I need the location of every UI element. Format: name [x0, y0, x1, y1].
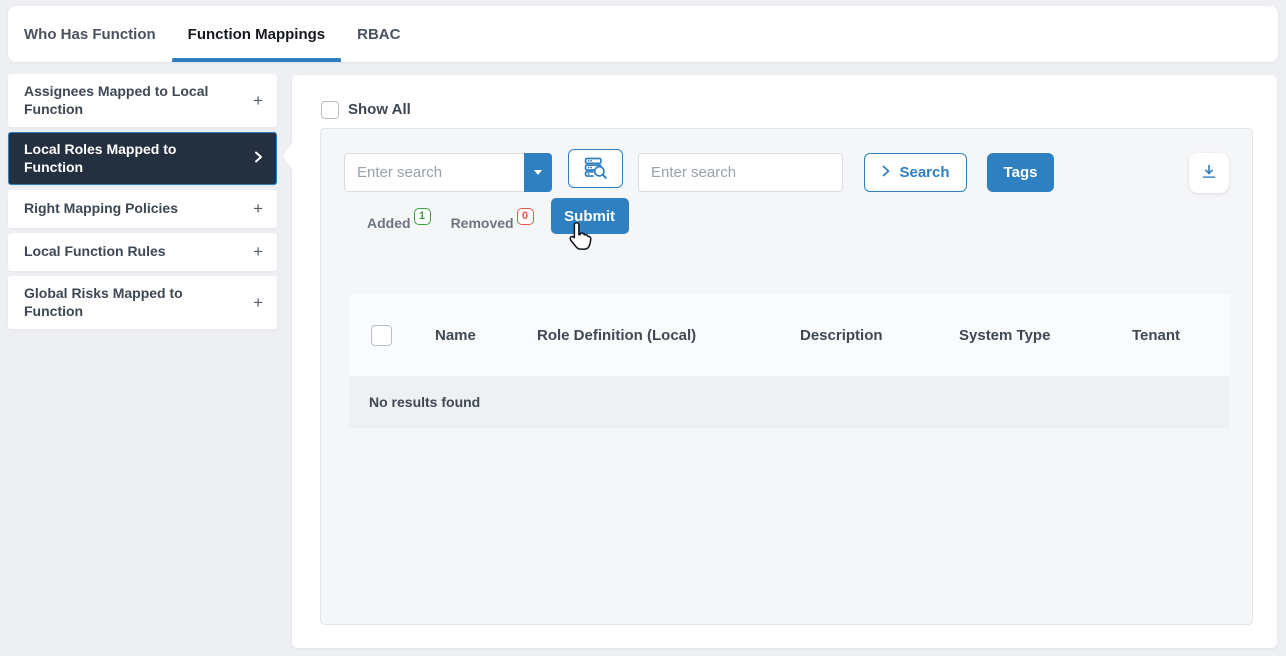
primary-search-input[interactable]	[344, 153, 524, 192]
expand-plus-icon[interactable]: +	[245, 91, 263, 111]
tab-who-has-function[interactable]: Who Has Function	[8, 6, 172, 62]
header-checkbox-cell	[349, 294, 421, 376]
sidebar-item-global-risks-mapped-to-function[interactable]: Global Risks Mapped to Function +	[8, 276, 277, 329]
chevron-right-icon	[253, 150, 264, 167]
search-options-dropdown-button[interactable]	[524, 153, 552, 192]
results-table: Name Role Definition (Local) Description…	[349, 294, 1230, 428]
primary-search-combo	[344, 153, 552, 192]
show-all-control: Show All	[321, 100, 411, 119]
main-content-panel: Show All	[292, 75, 1277, 648]
sidebar-item-label: Local Function Rules	[24, 243, 166, 261]
filter-card: Search Tags Added 1 Removed	[320, 128, 1253, 625]
chevron-right-icon	[881, 164, 891, 182]
tab-rbac[interactable]: RBAC	[341, 6, 416, 62]
added-label: Added	[367, 215, 411, 231]
removed-label: Removed	[451, 215, 514, 231]
search-button-label: Search	[899, 164, 949, 181]
added-counter: Added 1	[367, 202, 431, 231]
tab-function-mappings[interactable]: Function Mappings	[172, 6, 341, 62]
expand-plus-icon[interactable]: +	[245, 242, 263, 262]
added-count-badge: 1	[414, 208, 431, 225]
table-header-row: Name Role Definition (Local) Description…	[349, 294, 1230, 376]
column-header-name: Name	[421, 294, 523, 376]
sidebar-item-label: Assignees Mapped to Local Function	[24, 83, 224, 118]
select-all-checkbox[interactable]	[371, 325, 392, 346]
secondary-search-input[interactable]	[638, 153, 843, 192]
tab-label: Function Mappings	[188, 26, 325, 43]
sidebar-item-right-mapping-policies[interactable]: Right Mapping Policies +	[8, 190, 277, 228]
removed-counter: Removed 0	[451, 202, 534, 231]
sidebar-item-label: Global Risks Mapped to Function	[24, 285, 224, 320]
sidebar-item-local-roles-mapped-to-function[interactable]: Local Roles Mapped to Function	[8, 132, 277, 185]
empty-results-row: No results found	[349, 376, 1230, 428]
column-header-tenant: Tenant	[1118, 294, 1230, 376]
download-icon	[1198, 161, 1220, 186]
expand-plus-icon[interactable]: +	[245, 199, 263, 219]
sidebar-nav: Assignees Mapped to Local Function + Loc…	[8, 74, 277, 334]
sidebar-item-assignees-mapped-to-local-function[interactable]: Assignees Mapped to Local Function +	[8, 74, 277, 127]
database-search-icon	[582, 154, 609, 184]
caret-down-icon	[534, 170, 542, 175]
pending-changes-row: Added 1 Removed 0 Submit	[367, 198, 629, 234]
column-header-description: Description	[786, 294, 945, 376]
removed-count-badge: 0	[517, 208, 534, 225]
submit-button[interactable]: Submit	[551, 198, 629, 234]
advanced-data-search-button[interactable]	[568, 149, 623, 188]
sidebar-item-label: Local Roles Mapped to Function	[24, 141, 224, 176]
download-export-button[interactable]	[1189, 153, 1229, 193]
sidebar-item-local-function-rules[interactable]: Local Function Rules +	[8, 233, 277, 271]
column-header-role-definition: Role Definition (Local)	[523, 294, 786, 376]
search-button[interactable]: Search	[864, 153, 967, 192]
show-all-label: Show All	[348, 101, 411, 118]
expand-plus-icon[interactable]: +	[245, 293, 263, 313]
tab-label: RBAC	[357, 26, 400, 43]
top-tab-bar: Who Has Function Function Mappings RBAC	[8, 6, 1278, 62]
tab-label: Who Has Function	[24, 26, 156, 43]
sidebar-item-label: Right Mapping Policies	[24, 200, 178, 218]
column-header-system-type: System Type	[945, 294, 1118, 376]
empty-results-message: No results found	[349, 376, 1230, 428]
show-all-checkbox[interactable]	[321, 101, 339, 119]
tags-button[interactable]: Tags	[987, 153, 1054, 192]
